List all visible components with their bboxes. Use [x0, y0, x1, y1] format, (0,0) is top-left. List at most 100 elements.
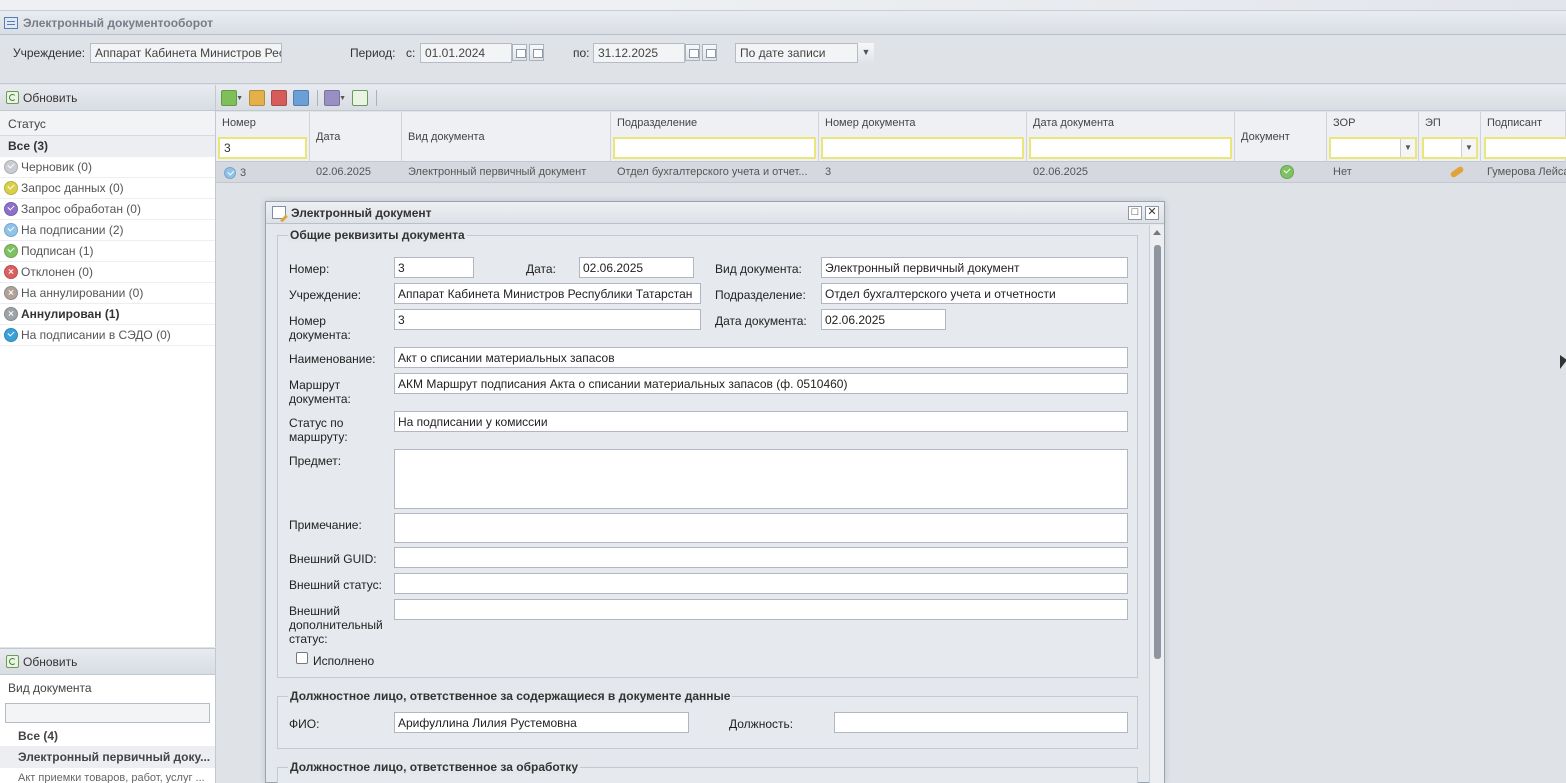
- close-icon[interactable]: ✕: [1145, 206, 1159, 220]
- doc-type-input[interactable]: Электронный первичный документ: [821, 257, 1128, 278]
- chevron-down-icon[interactable]: ▼: [1461, 139, 1476, 157]
- row-doc-date: 02.06.2025: [1033, 166, 1089, 178]
- status-refresh-label: Обновить: [23, 90, 78, 105]
- row-doc-number: 3: [825, 166, 832, 178]
- copy-icon[interactable]: [293, 89, 309, 106]
- refresh-icon[interactable]: [352, 89, 368, 106]
- ext-guid-input[interactable]: [394, 547, 1128, 568]
- name-input[interactable]: Акт о списании материальных запасов: [394, 347, 1128, 368]
- status-dot-icon: [4, 286, 18, 300]
- table-row[interactable]: 3 02.06.2025 Электронный первичный докум…: [216, 162, 1566, 183]
- doctype-panel: Обновить Вид документа Все (4) Электронн…: [0, 648, 216, 783]
- status-list: Все (3) Черновик (0) Запрос данных (0) Запр…: [0, 136, 215, 346]
- doctype-filter-input[interactable]: [5, 703, 210, 723]
- filter-ep-select[interactable]: ▼: [1422, 137, 1478, 159]
- position-input[interactable]: [834, 712, 1128, 733]
- doctype-item[interactable]: Электронный первичный доку...: [0, 747, 215, 768]
- filter-department-input[interactable]: [613, 137, 816, 159]
- status-item[interactable]: Запрос данных (0): [0, 178, 215, 199]
- from-clear-icon[interactable]: [529, 44, 544, 61]
- status-item[interactable]: На подписании (2): [0, 220, 215, 241]
- status-item-label: На аннулировании (0): [21, 286, 144, 300]
- row-zor: Нет: [1333, 166, 1352, 178]
- edit-icon[interactable]: [249, 89, 265, 106]
- filter-number-input[interactable]: 3: [218, 137, 307, 159]
- status-item-label: На подписании в СЭДО (0): [21, 328, 171, 342]
- status-column-header[interactable]: Статус: [0, 111, 215, 136]
- status-item[interactable]: Подписан (1): [0, 241, 215, 262]
- ext-status-input[interactable]: [394, 573, 1128, 594]
- number-input[interactable]: 3: [394, 257, 474, 278]
- status-item[interactable]: На подписании в СЭДО (0): [0, 325, 215, 346]
- app-list-icon: [4, 16, 18, 29]
- status-item[interactable]: Черновик (0): [0, 157, 215, 178]
- filter-doc-number-input[interactable]: [821, 137, 1024, 159]
- status-dot-icon: [4, 307, 18, 321]
- done-checkbox[interactable]: [296, 652, 308, 664]
- dialog-title-bar[interactable]: Электронный документ: [266, 202, 1164, 224]
- to-date-input[interactable]: 31.12.2025: [593, 43, 685, 63]
- note-label: Примечание:: [289, 518, 362, 532]
- actions-icon[interactable]: ▼: [324, 89, 346, 106]
- scroll-thumb[interactable]: [1154, 245, 1161, 659]
- filter-doc-date-input[interactable]: [1029, 137, 1232, 159]
- document-dialog: Электронный документ □ ✕ Общие реквизиты…: [265, 201, 1165, 783]
- col-doc-type[interactable]: Вид документа: [402, 112, 611, 162]
- doctype-item[interactable]: Акт приемки товаров, работ, услуг ...: [0, 768, 215, 783]
- dialog-title: Электронный документ: [291, 205, 432, 220]
- filter-bar: Учреждение: Аппарат Кабинета Министров Р…: [0, 36, 1566, 84]
- scroll-up-icon[interactable]: [1153, 230, 1161, 235]
- status-item[interactable]: На аннулировании (0): [0, 283, 215, 304]
- dialog-scrollbar[interactable]: [1149, 225, 1164, 783]
- col-document[interactable]: Документ: [1235, 112, 1327, 162]
- institution-input[interactable]: Аппарат Кабинета Министров Рес: [90, 43, 282, 63]
- fio-input[interactable]: Арифуллина Лилия Рустемовна: [394, 712, 689, 733]
- doc-number-input[interactable]: 3: [394, 309, 701, 330]
- doctype-refresh-button[interactable]: Обновить: [0, 649, 215, 675]
- name-label: Наименование:: [289, 352, 376, 366]
- institution-label: Учреждение:: [13, 46, 86, 60]
- mouse-cursor-icon: [1560, 355, 1566, 369]
- to-label: по:: [573, 46, 590, 60]
- from-date-input[interactable]: 01.01.2024: [420, 43, 512, 63]
- date-input[interactable]: 02.06.2025: [579, 257, 694, 278]
- status-item[interactable]: Запрос обработан (0): [0, 199, 215, 220]
- from-calendar-icon[interactable]: [512, 44, 527, 61]
- chevron-down-icon[interactable]: ▼: [1400, 139, 1415, 157]
- responsible-section: Должностное лицо, ответственное за содер…: [277, 689, 1138, 749]
- institution-input[interactable]: Аппарат Кабинета Министров Республики Та…: [394, 283, 701, 304]
- route-status-input[interactable]: На подписании у комиссии: [394, 411, 1128, 432]
- date-mode-select[interactable]: По дате записи: [735, 43, 874, 63]
- doctype-column-header[interactable]: Вид документа: [0, 675, 215, 700]
- filter-signer-input[interactable]: [1484, 137, 1566, 159]
- maximize-icon[interactable]: □: [1128, 206, 1142, 220]
- note-textarea[interactable]: [394, 513, 1128, 543]
- ext-add-status-label: Внешний дополнительный статус:: [289, 604, 383, 646]
- status-item[interactable]: Все (3): [0, 136, 215, 157]
- status-item[interactable]: Отклонен (0): [0, 262, 215, 283]
- department-input[interactable]: Отдел бухгалтерского учета и отчетности: [821, 283, 1128, 304]
- document-ok-icon[interactable]: [1280, 165, 1294, 179]
- ext-guid-label: Внешний GUID:: [289, 552, 377, 566]
- doctype-item[interactable]: Все (4): [0, 726, 215, 747]
- status-item-label: Подписан (1): [21, 244, 94, 258]
- route-input[interactable]: АКМ Маршрут подписания Акта о списании м…: [394, 373, 1128, 394]
- chevron-down-icon[interactable]: ▼: [857, 43, 874, 63]
- refresh-icon: [6, 91, 19, 104]
- refresh-icon: [6, 655, 19, 668]
- row-document-cell: [1274, 162, 1294, 183]
- doctype-refresh-label: Обновить: [23, 654, 78, 669]
- filter-zor-select[interactable]: ▼: [1329, 137, 1417, 159]
- ext-add-status-input[interactable]: [394, 599, 1128, 620]
- col-date[interactable]: Дата: [310, 112, 402, 162]
- delete-icon[interactable]: [271, 89, 287, 106]
- add-icon[interactable]: ▼: [221, 89, 243, 106]
- row-signer: Гумерова Лейсан: [1487, 166, 1566, 178]
- to-clear-icon[interactable]: [702, 44, 717, 61]
- doc-date-input[interactable]: 02.06.2025: [821, 309, 946, 330]
- subject-textarea[interactable]: [394, 449, 1128, 509]
- status-item[interactable]: Аннулирован (1): [0, 304, 215, 325]
- status-dot-icon: [4, 244, 18, 258]
- to-calendar-icon[interactable]: [685, 44, 700, 61]
- status-refresh-button[interactable]: Обновить: [0, 85, 215, 111]
